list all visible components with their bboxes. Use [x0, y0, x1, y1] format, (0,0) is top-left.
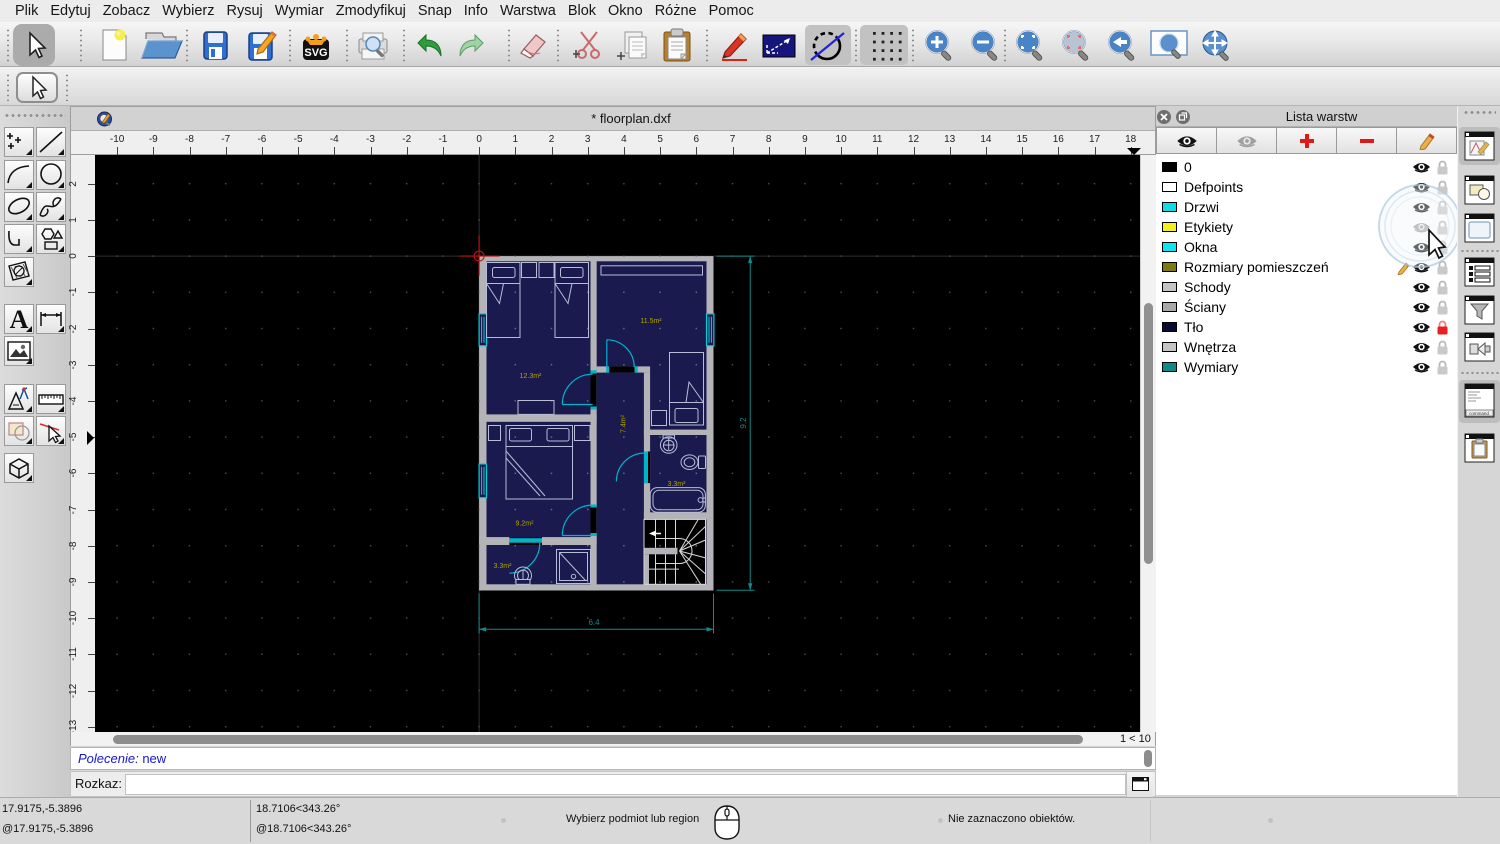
- svg-text:7.4m²: 7.4m²: [621, 414, 628, 433]
- svg-text:SVG: SVG: [304, 47, 327, 59]
- svg-text:3.3m²: 3.3m²: [494, 563, 513, 570]
- svg-text:3.3m²: 3.3m²: [668, 481, 687, 488]
- svg-text:command: command: [1469, 411, 1489, 416]
- svg-text:6.4: 6.4: [588, 618, 600, 627]
- svg-text:12.3m²: 12.3m²: [520, 373, 542, 380]
- svg-text:11.5m²: 11.5m²: [640, 318, 662, 325]
- svg-text:9.2m²: 9.2m²: [516, 521, 535, 528]
- svg-text:9.2: 9.2: [739, 417, 748, 429]
- svg-text:A: A: [10, 305, 29, 333]
